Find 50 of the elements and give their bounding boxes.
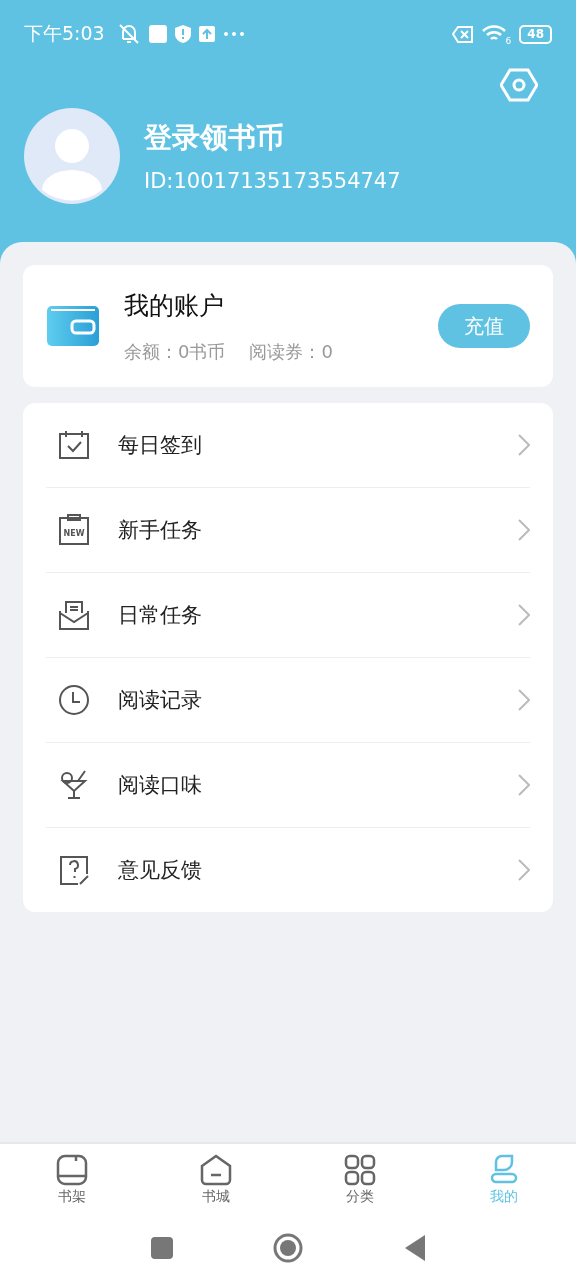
balance-text: 余额：0书币 [124,339,226,364]
menu-item[interactable]: 每日签到 [46,403,530,488]
account-title: 我的账户 [124,289,225,322]
recents-button[interactable] [151,1237,173,1259]
chevron-right-icon [518,774,530,796]
menu-label: 阅读口味 [118,772,203,799]
square-icon [148,25,167,43]
home-button[interactable] [273,1233,303,1263]
menu-label: 每日签到 [118,432,203,459]
back-button[interactable] [403,1235,425,1261]
book-icon [56,1154,88,1186]
wallet-icon [46,304,100,348]
upload-icon [198,26,215,42]
status-time: 下午5:03 [24,21,105,46]
calendar-check-icon [58,430,90,460]
avatar[interactable] [24,108,120,204]
settings-icon[interactable] [500,68,538,102]
nav-tab[interactable]: 书城 [144,1144,288,1216]
clock-icon [58,684,90,716]
menu-label: 意见反馈 [118,857,203,884]
bell-muted-icon [116,23,141,45]
menu-item[interactable]: 日常任务 [46,573,530,658]
user-id: ID:10017135173554747 [144,169,401,193]
nav-tab[interactable]: 书架 [0,1144,144,1216]
wifi-number: 6 [505,36,512,46]
menu-label: 日常任务 [118,602,203,629]
menu-label: 新手任务 [118,517,203,544]
chevron-right-icon [518,519,530,541]
menu-item[interactable]: 阅读口味 [46,743,530,828]
chevron-right-icon [518,689,530,711]
menu-item[interactable]: 意见反馈 [46,828,530,912]
house-icon [200,1154,232,1186]
sim-x-icon [451,25,474,43]
menu-item[interactable]: 阅读记录 [46,658,530,743]
nav-tab[interactable]: 分类 [288,1144,432,1216]
cocktail-icon [58,769,90,801]
envelope-icon [58,599,90,631]
voucher-text: 阅读券：0 [249,339,333,364]
shield-icon [174,25,191,43]
grid-icon [344,1154,376,1186]
chevron-right-icon [518,604,530,626]
question-edit-icon [58,854,90,886]
chevron-right-icon [518,859,530,881]
chevron-right-icon [518,434,530,456]
person-icon [488,1154,520,1186]
new-clipboard-icon: NEW [58,514,90,546]
battery-icon: 48 [519,24,552,44]
menu-item[interactable]: NEW 新手任务 [46,488,530,573]
menu-label: 阅读记录 [118,687,203,714]
more-icon [222,31,245,37]
